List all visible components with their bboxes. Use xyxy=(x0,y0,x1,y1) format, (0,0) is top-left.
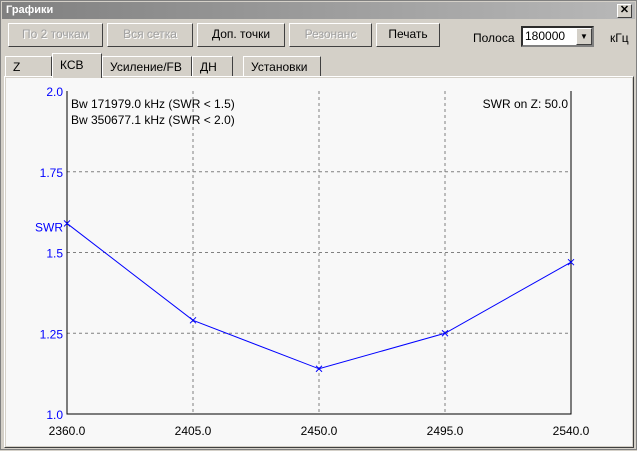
y-axis-label: SWR xyxy=(35,221,63,235)
x-tick-label: 2405.0 xyxy=(175,424,212,438)
bandwidth-annotation: Bw 350677.1 kHz (SWR < 2.0) xyxy=(71,113,235,127)
swr-impedance-annotation: SWR on Z: 50.0 xyxy=(483,97,569,111)
x-tick-label: 2450.0 xyxy=(301,424,338,438)
x-tick-label: 2540.0 xyxy=(553,424,590,438)
y-tick-label: 1.75 xyxy=(40,166,64,180)
y-tick-label: 1.25 xyxy=(40,327,64,341)
x-tick-label: 2495.0 xyxy=(427,424,464,438)
y-tick-label: 1.0 xyxy=(46,408,63,422)
graphs-window: Графики ✕ По 2 точкам Вся сетка Доп. точ… xyxy=(0,0,637,450)
x-tick-label: 2360.0 xyxy=(49,424,86,438)
y-tick-label: 1.5 xyxy=(46,247,63,261)
bandwidth-annotation: Bw 171979.0 kHz (SWR < 1.5) xyxy=(71,97,235,111)
tab-swr[interactable]: КСВ xyxy=(52,53,102,78)
y-tick-label: 2.0 xyxy=(46,85,63,99)
